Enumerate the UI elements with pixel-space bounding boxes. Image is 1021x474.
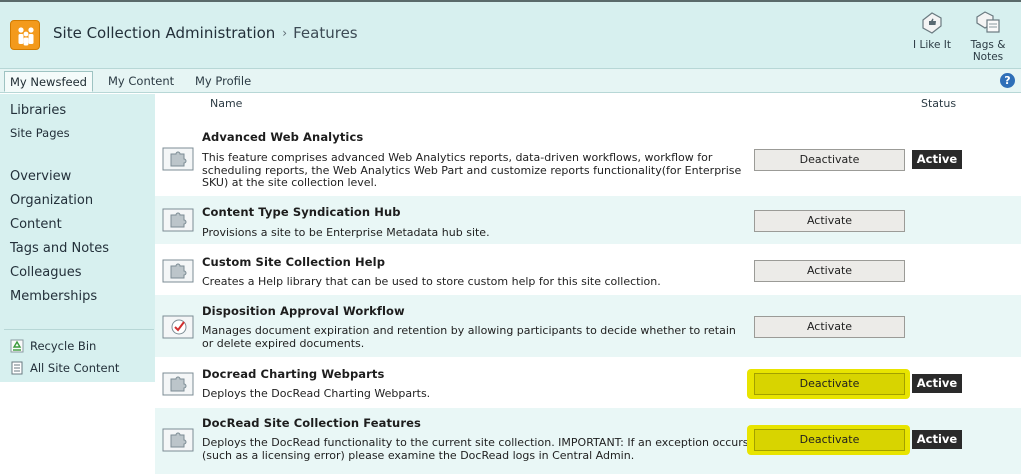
quick-launch-site-pages[interactable]: Site Pages bbox=[10, 126, 70, 140]
column-header-status: Status bbox=[921, 97, 957, 110]
recycle-icon bbox=[10, 339, 24, 353]
tab-my-newsfeed[interactable]: My Newsfeed bbox=[4, 71, 93, 92]
recycle-bin-link[interactable]: Recycle Bin bbox=[10, 339, 96, 353]
puzzle-piece-icon bbox=[162, 147, 194, 171]
top-navigation-bar: My Newsfeed My Content My Profile ? bbox=[0, 68, 1021, 93]
feature-title: DocRead Site Collection Features bbox=[202, 416, 421, 430]
feature-description: Manages document expiration and retentio… bbox=[202, 324, 736, 350]
i-like-it-label: I Like It bbox=[913, 39, 951, 51]
quick-launch: Libraries Site Pages Overview Organizati… bbox=[0, 94, 155, 474]
quick-launch-bottom-space bbox=[0, 382, 155, 474]
breadcrumb-separator: › bbox=[282, 26, 288, 40]
feature-description: Deploys the DocRead functionality to the… bbox=[202, 436, 749, 462]
tag-note-icon bbox=[976, 11, 1000, 33]
thumbs-up-tag-icon bbox=[922, 12, 942, 34]
page-title: Features bbox=[293, 24, 358, 42]
feature-title: Docread Charting Webparts bbox=[202, 367, 385, 381]
all-site-content-label: All Site Content bbox=[30, 361, 120, 375]
quick-launch-tags-and-notes[interactable]: Tags and Notes bbox=[10, 241, 109, 256]
tab-my-content[interactable]: My Content bbox=[103, 71, 179, 92]
feature-row-custom-site-collection-help: Custom Site Collection Help Creates a He… bbox=[155, 244, 1021, 295]
puzzle-piece-icon bbox=[162, 259, 194, 283]
deactivate-button[interactable]: Deactivate bbox=[754, 429, 905, 451]
status-badge: Active bbox=[912, 430, 962, 449]
status-badge: Active bbox=[912, 150, 962, 169]
deactivate-button[interactable]: Deactivate bbox=[754, 373, 905, 395]
breadcrumb: Site Collection Administration › Features bbox=[53, 24, 358, 42]
feature-row-content-type-syndication-hub: Content Type Syndication Hub Provisions … bbox=[155, 196, 1021, 244]
feature-title: Content Type Syndication Hub bbox=[202, 205, 401, 219]
column-header-name: Name bbox=[210, 97, 243, 110]
feature-row-advanced-web-analytics: Advanced Web Analytics This feature comp… bbox=[155, 124, 1021, 196]
quick-launch-colleagues[interactable]: Colleagues bbox=[10, 265, 81, 280]
activate-button[interactable]: Activate bbox=[754, 260, 905, 282]
quick-launch-memberships[interactable]: Memberships bbox=[10, 289, 97, 304]
feature-description: This feature comprises advanced Web Anal… bbox=[202, 151, 742, 189]
tab-my-profile[interactable]: My Profile bbox=[190, 71, 256, 92]
document-list-icon bbox=[11, 361, 23, 375]
feature-title: Disposition Approval Workflow bbox=[202, 304, 405, 318]
puzzle-piece-icon bbox=[162, 208, 194, 232]
activate-button[interactable]: Activate bbox=[754, 316, 905, 338]
feature-row-docread-charting-webparts: Docread Charting Webparts Deploys the Do… bbox=[155, 357, 1021, 408]
quick-launch-divider bbox=[4, 329, 154, 330]
i-like-it-button[interactable]: I Like It bbox=[910, 10, 954, 51]
all-site-content-link[interactable]: All Site Content bbox=[10, 361, 119, 375]
quick-launch-content[interactable]: Content bbox=[10, 217, 62, 232]
status-badge: Active bbox=[912, 374, 962, 393]
tags-notes-button[interactable]: Tags & Notes bbox=[966, 10, 1010, 63]
feature-description: Deploys the DocRead Charting Webparts. bbox=[202, 387, 431, 400]
puzzle-piece-icon bbox=[162, 372, 194, 396]
feature-description: Creates a Help library that can be used … bbox=[202, 275, 661, 288]
tags-notes-label-line1: Tags & bbox=[970, 39, 1006, 51]
feature-row-docread-site-collection-features: DocRead Site Collection Features Deploys… bbox=[155, 408, 1021, 474]
feature-title: Advanced Web Analytics bbox=[202, 130, 364, 144]
deactivate-button[interactable]: Deactivate bbox=[754, 149, 905, 171]
recycle-bin-label: Recycle Bin bbox=[30, 339, 97, 353]
quick-launch-libraries[interactable]: Libraries bbox=[10, 103, 66, 118]
puzzle-piece-icon bbox=[162, 428, 194, 452]
people-logo-icon[interactable] bbox=[10, 20, 40, 50]
checkmark-clock-icon bbox=[162, 315, 194, 339]
help-icon[interactable]: ? bbox=[1000, 73, 1015, 88]
quick-launch-organization[interactable]: Organization bbox=[10, 193, 93, 208]
breadcrumb-root-link[interactable]: Site Collection Administration bbox=[53, 24, 275, 42]
feature-description: Provisions a site to be Enterprise Metad… bbox=[202, 226, 490, 239]
quick-launch-overview[interactable]: Overview bbox=[10, 169, 71, 184]
tags-notes-label-line2: Notes bbox=[972, 51, 1004, 63]
feature-title: Custom Site Collection Help bbox=[202, 255, 386, 269]
ribbon-header: Site Collection Administration › Features … bbox=[0, 0, 1021, 68]
feature-row-disposition-approval-workflow: Disposition Approval Workflow Manages do… bbox=[155, 295, 1021, 357]
activate-button[interactable]: Activate bbox=[754, 210, 905, 232]
